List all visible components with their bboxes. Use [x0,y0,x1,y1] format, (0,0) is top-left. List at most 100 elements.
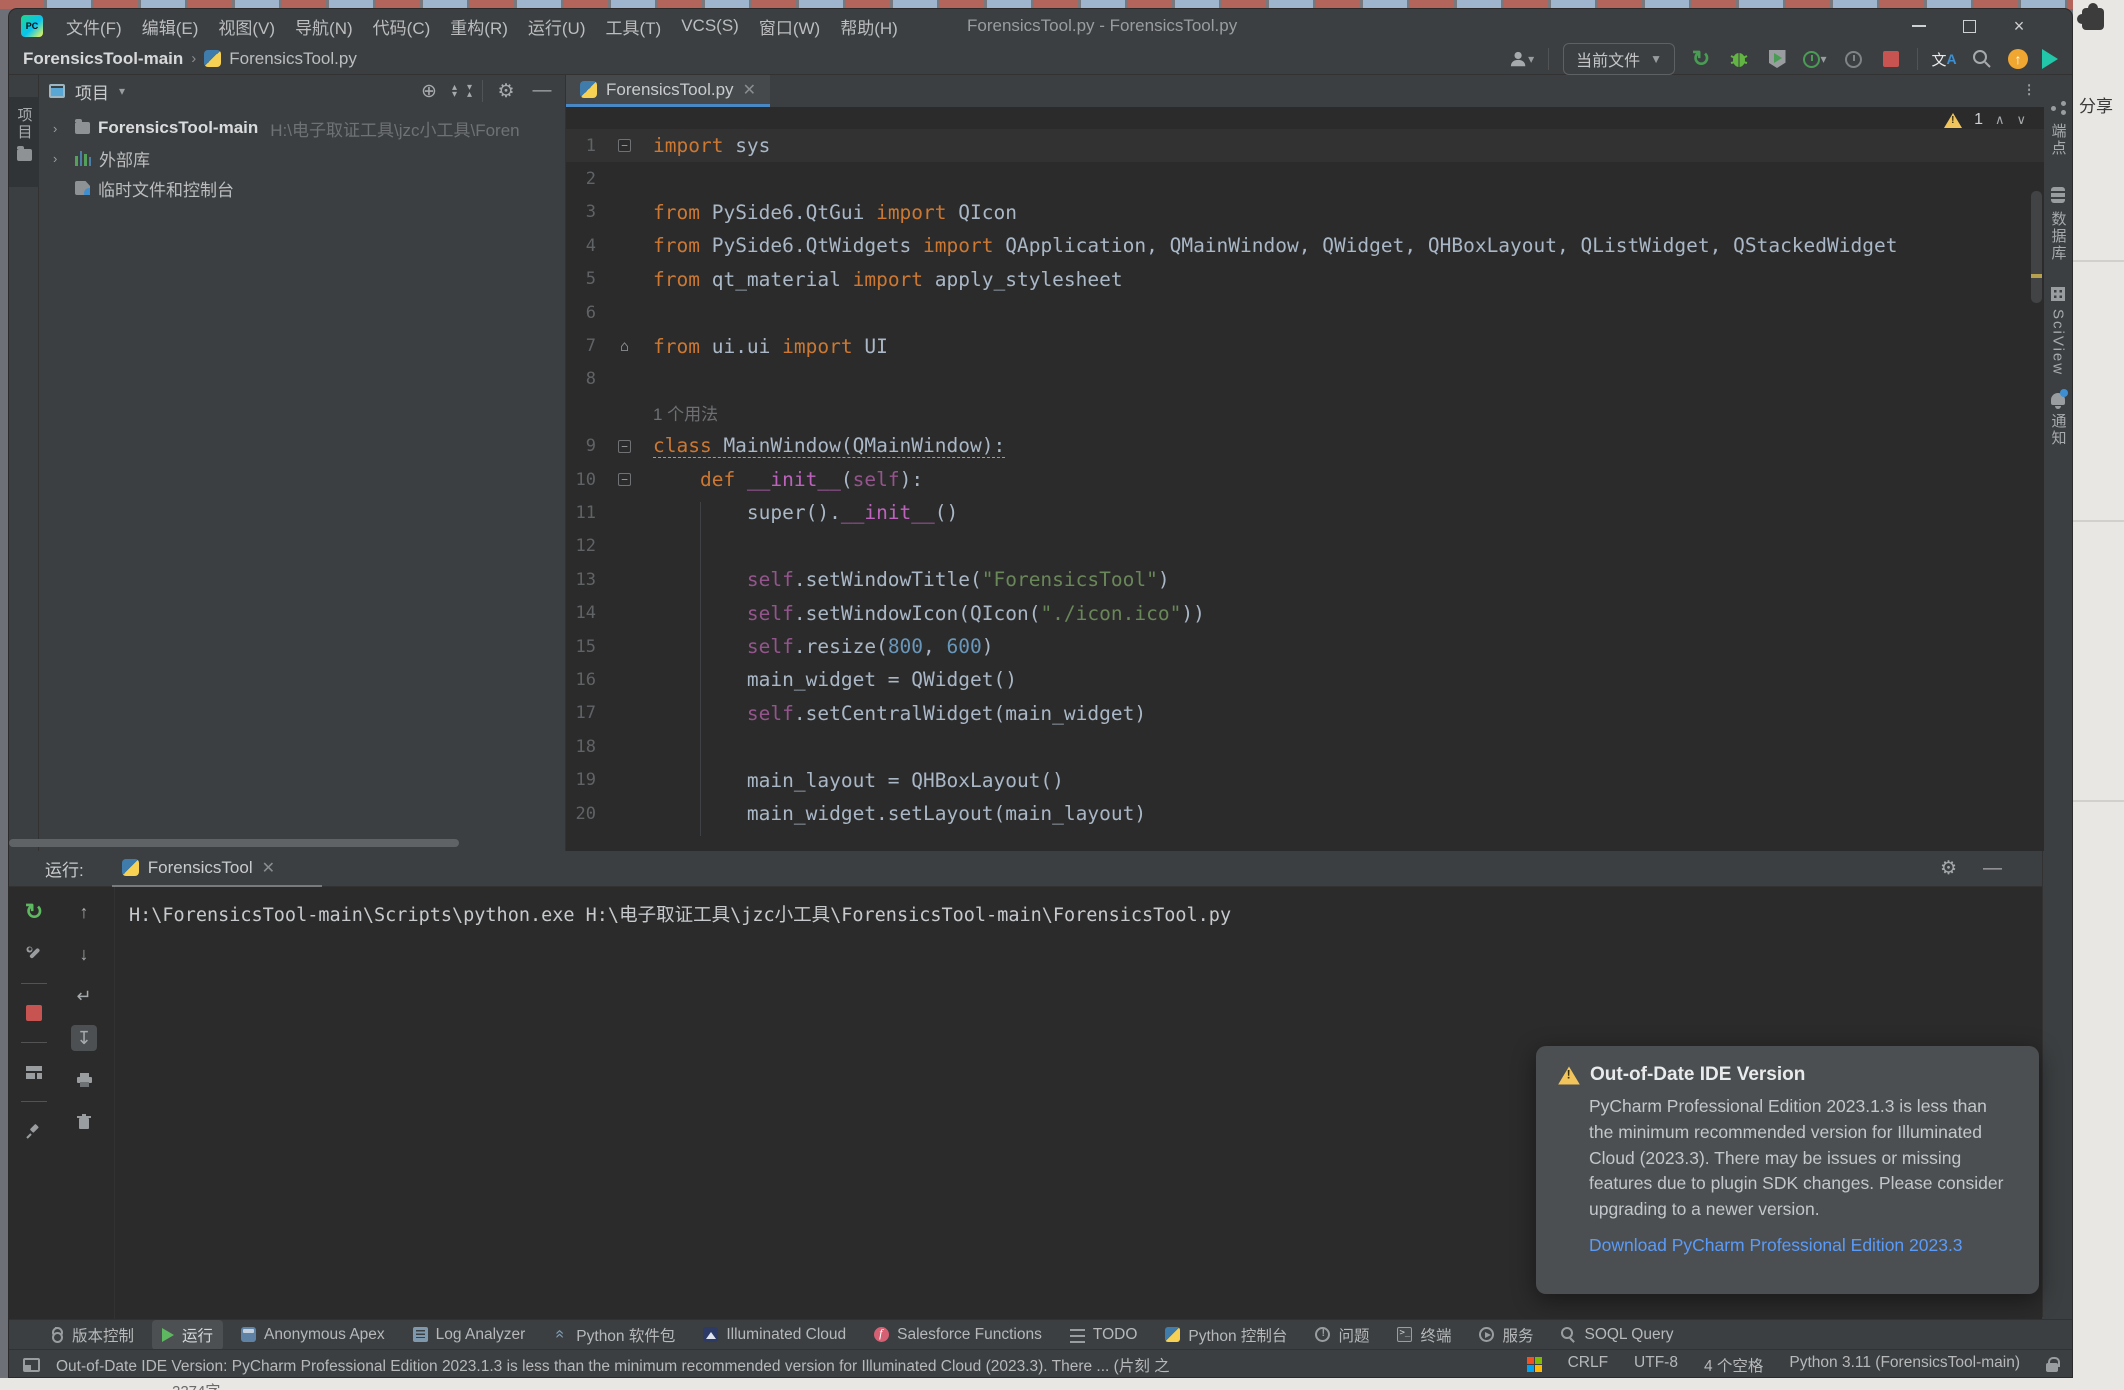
code-line[interactable]: 5from qt_material import apply_styleshee… [566,263,2044,296]
menu-item[interactable]: 工具(T) [597,10,671,43]
run-config-selector[interactable]: 当前文件 ▼ [1563,43,1675,75]
code-line[interactable]: 3from PySide6.QtGui import QIcon [566,196,2044,229]
status-item[interactable]: 4 个空格 [1704,1354,1763,1376]
bottom-bar-item-py[interactable]: Python 控制台 [1155,1320,1297,1350]
restore-layout-icon[interactable] [21,1059,47,1085]
code-line[interactable]: 1−import sys [566,129,2044,162]
menu-item[interactable]: 运行(U) [519,10,595,43]
notification-download-link[interactable]: Download PyCharm Professional Edition 20… [1589,1235,2015,1256]
print-icon[interactable] [71,1067,97,1093]
menu-item[interactable]: 视图(V) [209,10,284,43]
close-icon[interactable]: ✕ [262,858,275,878]
lock-icon[interactable] [2046,1363,2058,1372]
notification-balloon[interactable]: Out-of-Date IDE Version PyCharm Professi… [1536,1046,2039,1294]
code-line[interactable]: 9−class MainWindow(QMainWindow): [566,430,2044,463]
fold-marker[interactable]: − [596,472,653,487]
profiler-button[interactable]: ▾ [1803,47,1827,71]
status-item[interactable]: UTF-8 [1634,1354,1678,1376]
hide-panel-icon[interactable]: — [529,80,555,102]
status-item[interactable]: Python 3.11 (ForensicsTool-main) [1789,1354,2020,1376]
code-line[interactable]: 18 [566,730,2044,763]
bottom-bar-item-log[interactable]: Log Analyzer [403,1322,536,1348]
fold-region-icon[interactable]: ⌂ [620,337,629,355]
bottom-bar-item-cloud[interactable]: Illuminated Cloud [693,1322,856,1348]
more-icon[interactable]: ⁝ [2026,80,2044,107]
horizontal-scrollbar[interactable] [9,839,459,847]
fold-marker[interactable]: ⌂ [596,337,653,355]
tool-window-layout-icon[interactable] [23,1358,40,1372]
inspections-widget[interactable]: 1 ∧ ∨ [1944,111,2026,129]
code-line[interactable]: 12 [566,530,2044,563]
bottom-bar-item-todo[interactable]: TODO [1060,1322,1148,1348]
tree-row[interactable]: ›外部库 [39,143,565,173]
collapse-all-icon[interactable]: ▾▴ [467,84,472,98]
close-button[interactable]: × [1994,9,2044,43]
menu-item[interactable]: 帮助(H) [831,10,907,43]
fold-collapse-icon[interactable]: − [618,473,631,486]
update-available-icon[interactable]: ↑ [2008,49,2028,69]
code-line[interactable]: 10− def __init__(self): [566,463,2044,496]
chevron-down-icon[interactable]: ▾ [119,84,125,98]
code-line[interactable]: 13 self.setWindowTitle("ForensicsTool") [566,563,2044,596]
next-warning-icon[interactable]: ∨ [2016,112,2026,128]
bottom-bar-item-sf[interactable]: Salesforce Functions [864,1322,1052,1348]
usage-hint[interactable]: 1 个用法 [566,400,718,425]
code-line[interactable]: 19 main_layout = QHBoxLayout() [566,763,2044,796]
chevron-right-icon[interactable]: › [53,121,67,136]
status-message[interactable]: Out-of-Date IDE Version: PyCharm Profess… [56,1354,1170,1376]
breadcrumb-file[interactable]: ForensicsTool.py [229,49,357,69]
bottom-bar-item-pkg[interactable]: Python 软件包 [543,1320,685,1350]
bottom-bar-item-branch[interactable]: 版本控制 [39,1320,144,1350]
edit-configuration-icon[interactable] [21,941,47,967]
code-line[interactable]: 2 [566,162,2044,195]
prev-warning-icon[interactable]: ∧ [1995,112,2005,128]
menu-item[interactable]: VCS(S) [672,12,748,40]
tool-tab-net[interactable]: 端点 [2043,101,2073,157]
code-line[interactable]: 20 main_widget.setLayout(main_layout) [566,797,2044,830]
code-line[interactable]: 14 self.setWindowIcon(QIcon("./icon.ico"… [566,596,2044,629]
tool-tab-bell[interactable]: 通知 [2043,393,2073,447]
editor-scrollbar[interactable] [2031,191,2042,303]
code-line[interactable]: 8 [566,363,2044,396]
tool-tab-project[interactable]: 项目 [9,97,39,187]
fold-marker[interactable]: − [596,439,653,454]
plugin-play-icon[interactable] [2042,49,2058,69]
menu-item[interactable]: 重构(R) [441,10,517,43]
fold-collapse-icon[interactable]: − [618,139,631,152]
maximize-button[interactable] [1944,9,1994,43]
tool-tab-db[interactable]: 数据库 [2043,187,2073,262]
menu-item[interactable]: 代码(C) [364,10,440,43]
breadcrumb-project[interactable]: ForensicsTool-main [23,49,183,69]
up-stack-trace-icon[interactable]: ↑ [71,899,97,925]
ms-store-icon[interactable] [1527,1357,1542,1372]
menu-item[interactable]: 导航(N) [286,10,362,43]
rerun-button[interactable]: ↻ [21,899,47,925]
bottom-bar-item-apex[interactable]: Anonymous Apex [231,1322,395,1348]
expand-all-icon[interactable]: ▴▾ [452,84,457,98]
translate-icon[interactable]: 文A [1932,47,1956,71]
gear-icon[interactable]: ⚙ [1940,857,1957,880]
code-line[interactable]: 16 main_widget = QWidget() [566,663,2044,696]
fold-collapse-icon[interactable]: − [618,440,631,453]
status-item[interactable]: CRLF [1568,1354,1608,1376]
menu-item[interactable]: 文件(F) [57,10,131,43]
code-line[interactable]: 11 super().__init__() [566,496,2044,529]
menu-item[interactable]: 窗口(W) [750,10,829,43]
down-stack-trace-icon[interactable]: ↓ [71,941,97,967]
fold-marker[interactable]: − [596,138,653,153]
clear-console-icon[interactable] [71,1109,97,1135]
code-line[interactable]: 7⌂from ui.ui import UI [566,329,2044,362]
pin-icon[interactable] [21,1118,47,1144]
debug-button[interactable] [1727,47,1751,71]
bottom-bar-item-serv[interactable]: 服务 [1469,1320,1543,1350]
tree-row[interactable]: 临时文件和控制台 [39,173,565,203]
tree-row[interactable]: ›ForensicsTool-mainH:\电子取证工具\jzc小工具\Fore… [39,113,565,143]
scroll-to-end-icon[interactable]: ↧ [71,1025,97,1051]
console-output[interactable]: H:\ForensicsTool-main\Scripts\python.exe… [129,901,2032,927]
bottom-bar-item-run[interactable]: 运行 [152,1320,223,1350]
stop-button[interactable] [1879,47,1903,71]
menu-item[interactable]: 编辑(E) [133,10,208,43]
run-button[interactable]: ↻ [1689,47,1713,71]
code-line[interactable]: 15 self.resize(800, 600) [566,630,2044,663]
gear-icon[interactable]: ⚙ [493,80,519,103]
